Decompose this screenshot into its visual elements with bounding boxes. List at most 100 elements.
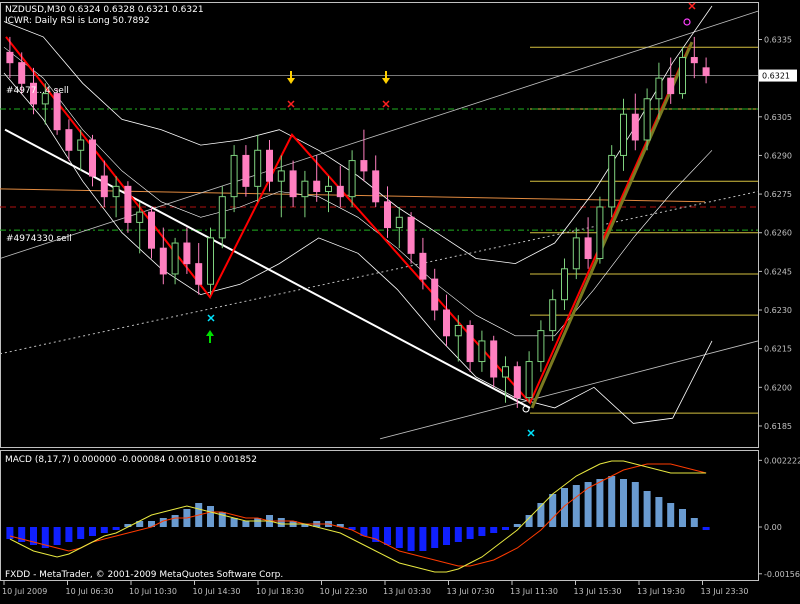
candle-body bbox=[466, 324, 474, 363]
macd-histogram-bar bbox=[466, 527, 474, 539]
macd-histogram-bar bbox=[407, 527, 415, 551]
candle-body bbox=[584, 237, 592, 259]
price-tick-label: 0.6275 bbox=[764, 190, 792, 199]
time-tick-label: 10 Jul 2009 bbox=[2, 587, 47, 596]
current-price-label: 0.6321 bbox=[762, 72, 790, 81]
candle-body bbox=[502, 366, 509, 378]
price-tick-label: 0.6290 bbox=[764, 151, 792, 160]
macd-histogram-bar bbox=[242, 521, 250, 527]
candle-body bbox=[77, 139, 85, 151]
macd-histogram-bar bbox=[643, 491, 651, 527]
candle-body bbox=[372, 170, 380, 203]
time-tick-label: 10 Jul 18:30 bbox=[256, 587, 304, 596]
candle-body bbox=[549, 299, 557, 332]
macd-histogram-bar bbox=[254, 518, 262, 527]
time-tick-label: 10 Jul 22:30 bbox=[320, 587, 368, 596]
order-sell-label-1: #4977...4 sell bbox=[6, 86, 69, 96]
macd-tick-label: 0.00 bbox=[764, 523, 782, 532]
candle-body bbox=[537, 330, 545, 363]
candle-body bbox=[266, 149, 273, 182]
macd-histogram-bar bbox=[620, 479, 627, 527]
price-tick-label: 0.6260 bbox=[764, 229, 792, 238]
candle-body bbox=[18, 62, 26, 84]
candle-body bbox=[679, 57, 686, 95]
time-tick-label: 13 Jul 15:30 bbox=[574, 587, 622, 596]
candle-body bbox=[620, 113, 627, 156]
time-tick-label: 13 Jul 03:30 bbox=[383, 587, 431, 596]
macd-histogram-bar bbox=[702, 527, 710, 530]
macd-histogram-bar bbox=[77, 527, 85, 539]
candle-body bbox=[89, 139, 96, 177]
price-tick-label: 0.6245 bbox=[764, 267, 792, 276]
candle-body bbox=[384, 201, 391, 229]
macd-histogram-bar bbox=[207, 506, 214, 527]
macd-histogram-bar bbox=[89, 527, 96, 536]
macd-title: MACD (8,17,7) 0.000000 -0.000084 0.00181… bbox=[5, 455, 257, 465]
candle-body bbox=[336, 185, 344, 198]
macd-histogram-bar bbox=[6, 527, 14, 539]
macd-histogram-bar bbox=[230, 518, 238, 527]
chart-root: 0.6335 0.6321 0.6305 0.6290 0.6275 0.6260 0.62… bbox=[0, 0, 800, 600]
price-tick-label: 0.6200 bbox=[764, 383, 792, 392]
macd-histogram-bar bbox=[443, 527, 450, 545]
candle-body bbox=[395, 216, 403, 229]
candle-body bbox=[572, 237, 580, 270]
candle-body bbox=[454, 324, 462, 337]
candle-body bbox=[431, 278, 439, 311]
macd-histogram-bar bbox=[419, 527, 427, 551]
price-tick-label: 0.6335 bbox=[764, 35, 792, 44]
candle-body bbox=[148, 211, 155, 249]
macd-tick-label: 0.002222 bbox=[764, 456, 800, 465]
time-tick-label: 13 Jul 07:30 bbox=[447, 587, 495, 596]
price-tick-label: 0.6305 bbox=[764, 113, 792, 122]
macd-histogram-bar bbox=[667, 503, 675, 527]
candle-body bbox=[112, 185, 120, 198]
candle-body bbox=[171, 242, 179, 275]
macd-histogram-bar bbox=[490, 527, 498, 533]
candle-body bbox=[254, 149, 262, 187]
macd-histogram-bar bbox=[65, 527, 73, 542]
candle-body bbox=[490, 340, 498, 378]
macd-histogram-bar bbox=[454, 527, 462, 542]
time-tick-label: 13 Jul 19:30 bbox=[637, 587, 685, 596]
time-tick-label: 10 Jul 06:30 bbox=[66, 587, 114, 596]
time-tick-label: 10 Jul 10:30 bbox=[129, 587, 177, 596]
candle-body bbox=[608, 154, 616, 208]
candle-body bbox=[513, 366, 521, 399]
candle-body bbox=[561, 268, 568, 301]
macd-histogram-bar bbox=[561, 488, 568, 527]
macd-histogram-bar bbox=[596, 479, 604, 527]
candle-body bbox=[230, 154, 238, 198]
macd-histogram-bar bbox=[655, 497, 663, 527]
candle-body bbox=[65, 129, 73, 151]
macd-histogram-bar bbox=[478, 527, 486, 536]
macd-histogram-bar bbox=[549, 494, 557, 527]
candle-body bbox=[348, 160, 356, 198]
macd-histogram-bar bbox=[584, 482, 592, 527]
macd-histogram-bar bbox=[631, 482, 639, 527]
macd-tick-label: -0.00156 bbox=[764, 570, 800, 579]
macd-histogram-bar bbox=[431, 527, 439, 548]
macd-histogram-bar bbox=[572, 485, 580, 527]
candle-body bbox=[124, 185, 132, 223]
candle-body bbox=[136, 211, 144, 223]
candle-body bbox=[443, 309, 450, 337]
candle-body bbox=[277, 170, 285, 182]
time-tick-label: 13 Jul 23:30 bbox=[701, 587, 749, 596]
indicator-line: ICWR: Daily RSI is Long 50.7892 bbox=[5, 16, 150, 26]
candle-body bbox=[360, 160, 368, 172]
candle-body bbox=[419, 252, 427, 280]
footer-copyright: FXDD - MetaTrader, © 2001-2009 MetaQuote… bbox=[5, 570, 283, 580]
chart-svg: 0.6335 0.6321 0.6305 0.6290 0.6275 0.6260 0.62… bbox=[0, 0, 800, 600]
macd-histogram-bar bbox=[395, 527, 403, 548]
candle-body bbox=[655, 77, 663, 100]
candle-body bbox=[667, 77, 675, 95]
candle-body bbox=[183, 242, 191, 265]
macd-histogram-bar bbox=[608, 476, 616, 527]
time-tick-label: 10 Jul 14:30 bbox=[193, 587, 241, 596]
candle-body bbox=[690, 57, 698, 64]
macd-histogram-bar bbox=[384, 527, 391, 545]
candle-body bbox=[195, 263, 203, 285]
macd-histogram-bar bbox=[679, 509, 686, 527]
price-tick-label: 0.6185 bbox=[764, 422, 792, 431]
